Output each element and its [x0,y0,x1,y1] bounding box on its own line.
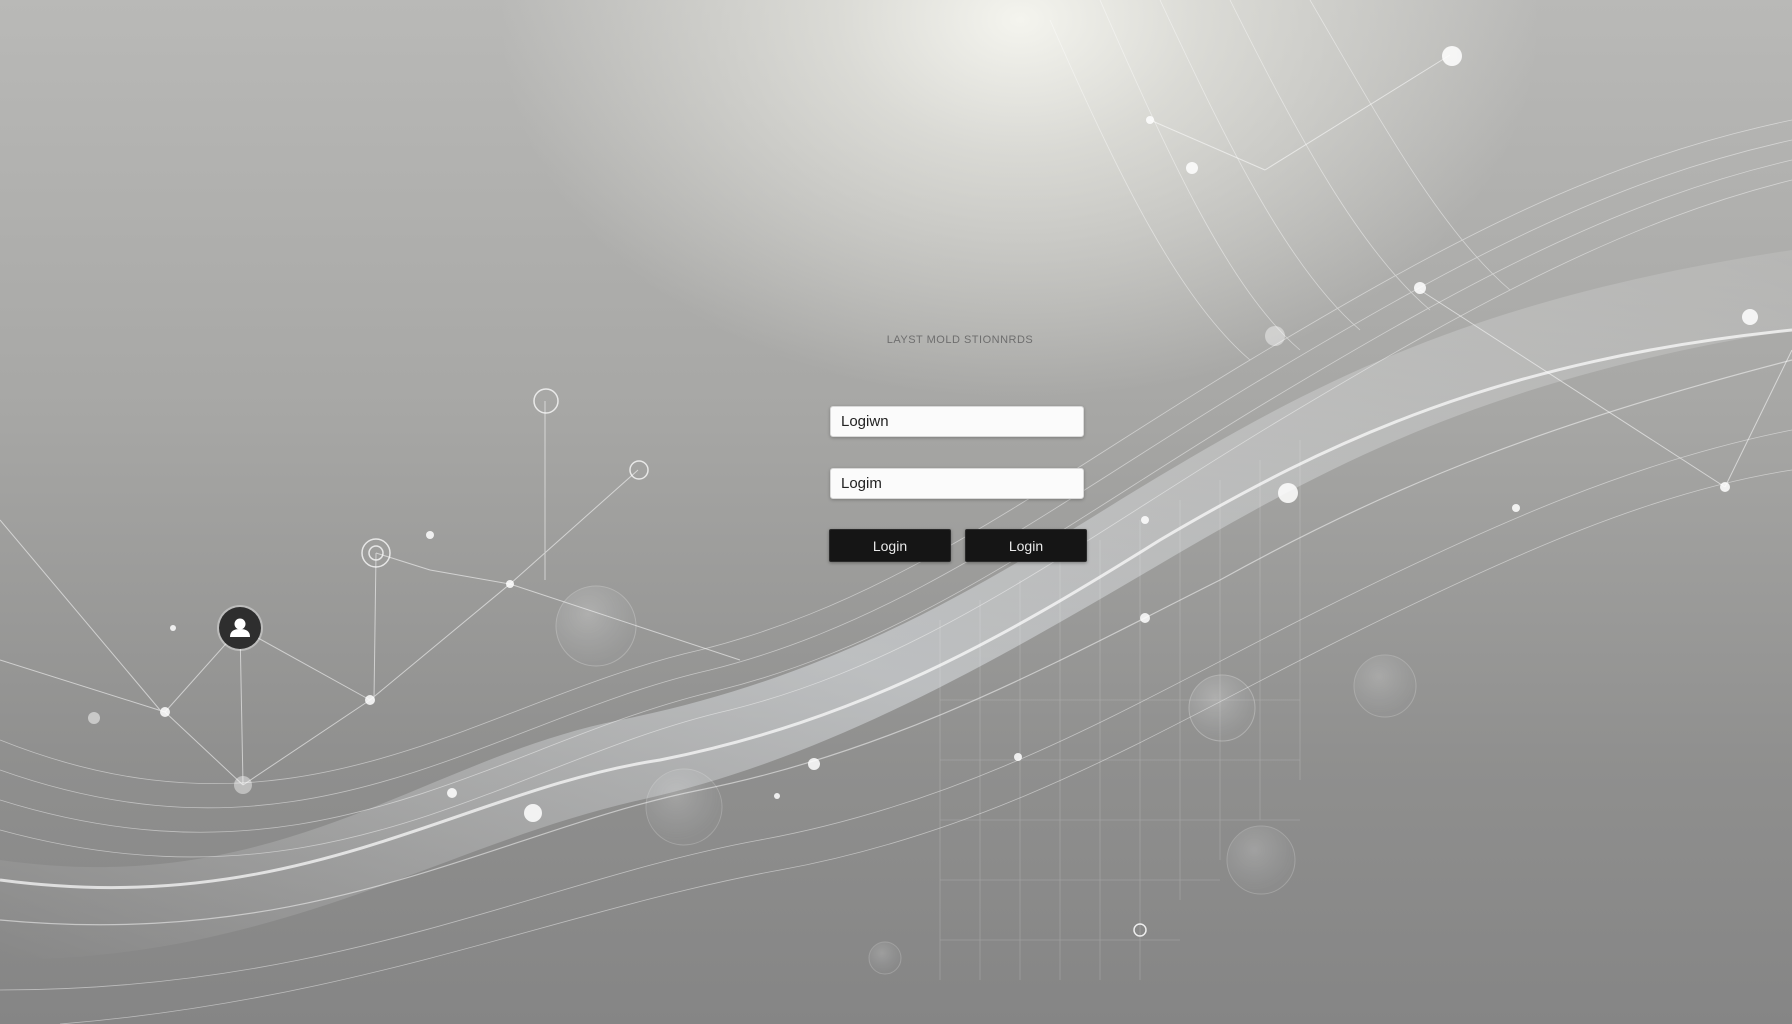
login-button[interactable]: Login [829,529,951,562]
password-input[interactable] [830,468,1084,499]
user-icon [230,618,250,637]
login-heading: LAYST MOLD STIONNRDS [886,334,1034,346]
background-wave-art [0,0,1792,1024]
user-node-avatar [219,607,261,649]
login-button-secondary[interactable]: Login [965,529,1087,562]
username-input[interactable] [830,406,1084,437]
